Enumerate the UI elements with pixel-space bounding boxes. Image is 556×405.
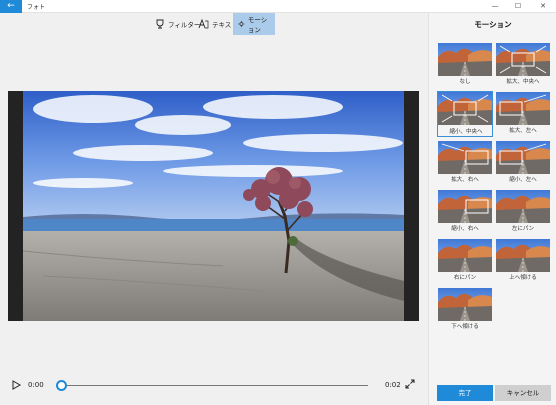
motion-option-label: 左にパン [511,226,535,232]
timeline-track[interactable] [60,385,368,386]
motion-thumbnail [438,43,492,76]
panel-title: モーション [474,20,512,29]
motion-option-zoom-out-right[interactable]: 縮小、右へ [437,189,493,235]
motion-option-tilt-up[interactable]: 上へ傾ける [495,238,551,284]
motion-thumbnail [438,190,492,223]
motion-thumbnail [496,141,550,174]
motion-option-label: 拡大、中央へ [506,79,540,85]
back-button[interactable]: ← [0,0,22,13]
motion-option-zoom-in-right[interactable]: 拡大、右へ [437,140,493,186]
beach-tree-photo [23,91,404,321]
filter-icon [156,19,164,29]
motion-option-zoom-in-left[interactable]: 拡大、左へ [495,91,551,137]
minimize-icon: — [491,2,499,10]
motion-option-label: 縮小、中央へ [449,129,483,135]
motion-thumbnail [496,92,550,125]
cancel-button[interactable]: キャンセル [495,385,551,401]
edit-toolbar: フィルター テキスト モーション [0,13,428,35]
motion-icon [238,20,245,28]
motion-option-zoom-out-left[interactable]: 縮小、左へ [495,140,551,186]
motion-option-label: 縮小、左へ [509,177,537,183]
expand-icon[interactable] [405,379,415,389]
motion-panel: モーション なし 拡大、中央へ 縮小、中央へ 拡大、左へ 拡大、右へ 縮小、左へ [428,13,556,405]
editor-pane: フィルター テキスト モーション 0:00 0:02 [0,13,428,405]
motion-option-label: 上へ傾ける [509,275,537,281]
motion-thumbnail [438,288,492,321]
text-icon [198,19,209,29]
motion-option-tilt-down[interactable]: 下へ傾ける [437,287,493,333]
back-arrow-icon: ← [7,1,15,11]
title-bar: ← フォト — ☐ ✕ [0,0,556,13]
timeline-scrubber[interactable] [56,380,67,391]
motion-option-zoom-in-center[interactable]: 拡大、中央へ [495,42,551,88]
playback-bar: 0:00 0:02 [0,373,428,397]
motion-option-pan-left[interactable]: 左にパン [495,189,551,235]
done-button[interactable]: 完了 [437,385,493,401]
minimize-button[interactable]: — [484,0,506,13]
current-time: 0:00 [28,381,44,389]
motion-thumbnail [496,239,550,272]
motion-option-pan-right[interactable]: 右にパン [437,238,493,284]
end-time: 0:02 [385,381,401,389]
app-title: フォト [27,4,46,11]
motion-thumbnail [438,141,492,174]
tab-motion-label: モーション [247,16,268,34]
motion-option-label: 拡大、右へ [451,177,479,183]
motion-option-label: 下へ傾ける [451,324,479,330]
motion-option-label: 拡大、左へ [509,128,537,134]
motion-thumbnail [438,239,492,272]
photos-app-window: ← フォト — ☐ ✕ フィルター テキスト モーション 0:00 0:02 モ… [0,0,556,405]
maximize-button[interactable]: ☐ [507,0,529,13]
motion-thumbnail [438,92,492,125]
motion-option-label: 縮小、右へ [451,226,479,232]
close-button[interactable]: ✕ [532,0,554,13]
maximize-icon: ☐ [514,2,522,10]
motion-option-none[interactable]: なし [437,42,493,88]
preview-canvas [8,91,419,321]
motion-option-zoom-out-center[interactable]: 縮小、中央へ [437,91,493,137]
motion-thumbnail [496,43,550,76]
motion-option-label: なし [459,79,471,85]
close-icon: ✕ [540,2,546,10]
tab-motion[interactable]: モーション [233,13,275,35]
play-button[interactable] [12,380,21,390]
motion-thumbnail [496,190,550,223]
motion-option-label: 右にパン [453,275,477,281]
